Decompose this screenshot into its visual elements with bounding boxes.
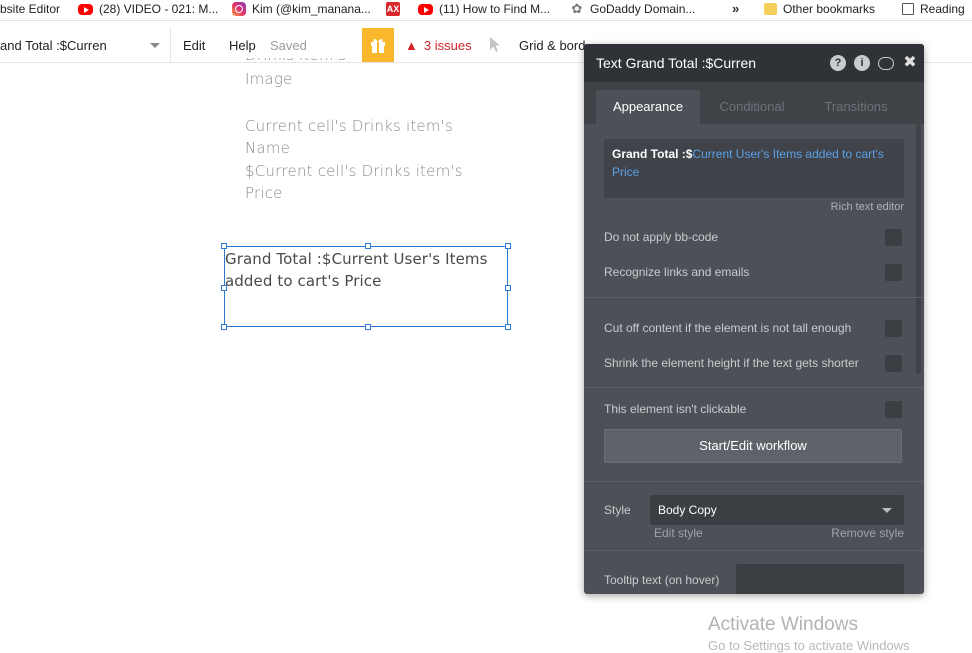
help-icon[interactable]: ? xyxy=(830,55,846,71)
drinks-price-text[interactable]: $Current cell's Drinks item's Price xyxy=(245,160,463,204)
panel-tabs: Appearance Conditional Transitions xyxy=(584,82,924,124)
bookmark-ax[interactable]: AX xyxy=(386,2,406,16)
bookmark-reading-list[interactable]: Reading xyxy=(902,2,965,16)
comment-icon[interactable] xyxy=(878,57,894,70)
start-edit-workflow-button[interactable]: Start/Edit workflow xyxy=(604,429,902,463)
info-icon[interactable]: i xyxy=(854,55,870,71)
rich-text-editor-link[interactable]: Rich text editor xyxy=(831,201,904,213)
close-icon[interactable]: ✖ xyxy=(902,55,918,71)
resize-handle-se[interactable] xyxy=(505,324,511,330)
property-editor-panel: Text Grand Total :$Curren ? i ✖ Appearan… xyxy=(584,44,924,594)
resize-handle-ne[interactable] xyxy=(505,243,511,249)
godaddy-icon: ✿ xyxy=(571,1,583,16)
bookmark-instagram-kim[interactable]: Kim (@kim_manana... xyxy=(232,2,371,16)
tooltip-label: Tooltip text (on hover) xyxy=(604,573,720,587)
tab-conditional[interactable]: Conditional xyxy=(702,90,802,124)
grand-total-text: Grand Total :$Current User's Items added… xyxy=(225,250,488,290)
style-dropdown[interactable]: Body Copy xyxy=(650,495,904,525)
bbcode-checkbox[interactable] xyxy=(885,229,902,246)
style-label: Style xyxy=(604,503,631,517)
tab-transitions[interactable]: Transitions xyxy=(806,90,906,124)
tab-appearance[interactable]: Appearance xyxy=(596,90,700,124)
gift-button[interactable] xyxy=(362,28,394,62)
edit-menu[interactable]: Edit xyxy=(183,38,205,53)
edit-style-link[interactable]: Edit style xyxy=(654,526,703,540)
element-select-dropdown[interactable]: and Total :$Curren xyxy=(0,38,162,53)
reading-list-icon xyxy=(902,3,914,15)
shrink-checkbox[interactable] xyxy=(885,355,902,372)
toolbar-divider xyxy=(170,28,171,62)
resize-handle-s[interactable] xyxy=(365,324,371,330)
help-menu[interactable]: Help xyxy=(229,38,256,53)
chevron-down-icon xyxy=(882,508,892,513)
cut-off-checkbox[interactable] xyxy=(885,320,902,337)
drinks-name-text[interactable]: Current cell's Drinks item's Name xyxy=(245,115,453,159)
recognize-links-checkbox[interactable] xyxy=(885,264,902,281)
image-label-clipped: Drinks item's xyxy=(245,58,346,66)
remove-style-link[interactable]: Remove style xyxy=(831,526,904,540)
warning-icon: ▲ xyxy=(405,38,418,53)
bookmark-website-editor[interactable]: bsite Editor xyxy=(0,2,60,16)
drinks-image-label[interactable]: Image xyxy=(245,68,292,90)
chevron-down-icon xyxy=(150,43,160,48)
bookmark-other-bookmarks[interactable]: Other bookmarks xyxy=(764,2,875,16)
panel-scrollbar[interactable] xyxy=(916,124,921,374)
instagram-icon xyxy=(232,2,246,16)
activate-windows-title: Activate Windows xyxy=(708,614,858,635)
issues-indicator[interactable]: ▲ 3 issues xyxy=(405,38,472,53)
section-divider xyxy=(584,387,924,388)
bbcode-label: Do not apply bb-code xyxy=(604,230,719,244)
shrink-label: Shrink the element height if the text ge… xyxy=(604,356,859,370)
section-divider xyxy=(584,297,924,298)
resize-handle-e[interactable] xyxy=(505,285,511,291)
saved-status: Saved xyxy=(270,38,307,53)
cut-off-label: Cut off content if the element is not ta… xyxy=(604,321,852,335)
not-clickable-checkbox[interactable] xyxy=(885,401,902,418)
cursor-pointer-icon[interactable] xyxy=(488,36,504,54)
panel-header: Text Grand Total :$Curren ? i ✖ xyxy=(584,44,924,82)
youtube-icon xyxy=(418,3,433,15)
youtube-icon xyxy=(78,3,93,15)
element-select-value: and Total :$Curren xyxy=(0,38,107,53)
bookmark-video-021[interactable]: (28) VIDEO - 021: M... xyxy=(78,2,218,16)
section-divider xyxy=(584,550,924,551)
grid-borders-toggle[interactable]: Grid & borde xyxy=(519,38,585,53)
bookmark-how-to-find[interactable]: (11) How to Find M... xyxy=(418,2,550,16)
text-content-editor[interactable]: Grand Total :$Current User's Items added… xyxy=(604,139,904,198)
tooltip-input[interactable] xyxy=(736,564,904,594)
recognize-links-label: Recognize links and emails xyxy=(604,265,750,279)
gift-icon xyxy=(371,38,385,53)
bookmark-godaddy[interactable]: ✿ GoDaddy Domain... xyxy=(570,1,696,17)
not-clickable-label: This element isn't clickable xyxy=(604,402,747,416)
resize-handle-sw[interactable] xyxy=(221,324,227,330)
ax-icon: AX xyxy=(386,2,400,16)
folder-icon xyxy=(764,3,777,15)
section-divider xyxy=(584,481,924,482)
bookmarks-bar: bsite Editor (28) VIDEO - 021: M... Kim … xyxy=(0,0,972,21)
bookmarks-overflow-chevron[interactable]: » xyxy=(732,1,739,16)
panel-title: Text Grand Total :$Curren xyxy=(596,55,757,71)
